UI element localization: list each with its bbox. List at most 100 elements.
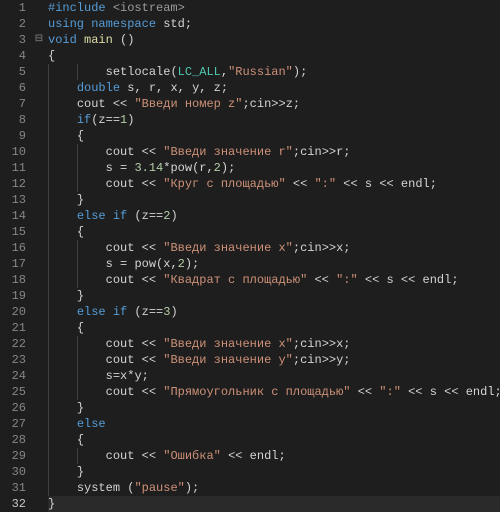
fold-cell <box>32 176 46 192</box>
token-p: ; <box>278 449 285 463</box>
fold-cell <box>32 96 46 112</box>
line-number: 20 <box>4 304 26 320</box>
fold-cell <box>32 336 46 352</box>
token-p <box>134 353 141 367</box>
token-p <box>134 385 141 399</box>
token-s: "Russian" <box>228 65 293 79</box>
token-p: ( <box>170 65 177 79</box>
token-id: cout <box>106 273 135 287</box>
line-number: 12 <box>4 176 26 192</box>
token-n: 3.14 <box>134 161 163 175</box>
token-k: if <box>77 113 91 127</box>
code-line[interactable]: double s, r, x, y, z; <box>48 80 500 96</box>
token-p <box>286 177 293 191</box>
code-line[interactable]: s=x*y; <box>48 368 500 384</box>
code-line[interactable]: } <box>48 400 500 416</box>
token-p: ; <box>142 369 149 383</box>
token-p: ; <box>343 145 350 159</box>
line-number: 14 <box>4 208 26 224</box>
code-line[interactable]: cout << "Введи номер z";cin>>z; <box>48 96 500 112</box>
code-line[interactable]: cout << "Введи значение r";cin>>r; <box>48 144 500 160</box>
line-number: 21 <box>4 320 26 336</box>
line-number: 3 <box>4 32 26 48</box>
token-op: << <box>142 177 156 191</box>
line-number: 19 <box>4 288 26 304</box>
code-line[interactable]: void main () <box>48 32 500 48</box>
token-id: s <box>387 273 394 287</box>
code-line[interactable]: s = pow(x,2); <box>48 256 500 272</box>
code-line[interactable]: if(z==1) <box>48 112 500 128</box>
line-number: 30 <box>4 464 26 480</box>
code-line[interactable]: { <box>48 224 500 240</box>
code-line[interactable]: using namespace std; <box>48 16 500 32</box>
token-s: "Ошибка" <box>163 449 221 463</box>
code-line[interactable]: s = 3.14*pow(r,2); <box>48 160 500 176</box>
code-line[interactable]: { <box>48 432 500 448</box>
token-p <box>134 273 141 287</box>
fold-cell <box>32 288 46 304</box>
code-editor[interactable]: 1234567891011121314151617181920212223242… <box>0 0 500 511</box>
code-line[interactable]: { <box>48 320 500 336</box>
code-line[interactable]: #include <iostream> <box>48 0 500 16</box>
token-p <box>134 241 141 255</box>
token-p: ) <box>170 209 177 223</box>
token-op: << <box>142 241 156 255</box>
code-line[interactable]: else if (z==3) <box>48 304 500 320</box>
code-line[interactable]: else <box>48 416 500 432</box>
line-number: 18 <box>4 272 26 288</box>
fold-cell <box>32 368 46 384</box>
code-line[interactable]: cout << "Введи значение x";cin>>x; <box>48 240 500 256</box>
code-line[interactable]: cout << "Ошибка" << endl; <box>48 448 500 464</box>
token-id: cin <box>300 241 322 255</box>
line-number: 16 <box>4 240 26 256</box>
code-line[interactable]: } <box>48 192 500 208</box>
code-area[interactable]: #include <iostream>using namespace std;v… <box>46 0 500 511</box>
token-p <box>423 385 430 399</box>
token-id: endl <box>250 449 279 463</box>
token-p: } <box>48 497 55 511</box>
code-line[interactable]: { <box>48 48 500 64</box>
line-number: 7 <box>4 96 26 112</box>
code-line[interactable]: { <box>48 128 500 144</box>
code-line[interactable]: cout << "Введи значение x";cin>>x; <box>48 336 500 352</box>
code-line[interactable]: cout << "Прямоугольник с площадью" << ":… <box>48 384 500 400</box>
fold-column[interactable]: ⊟ <box>32 0 46 511</box>
code-line[interactable]: cout << "Введи значение y";cin>>y; <box>48 352 500 368</box>
token-p <box>394 273 401 287</box>
code-line[interactable]: } <box>48 288 500 304</box>
token-p: ; <box>343 241 350 255</box>
token-p: , <box>178 81 192 95</box>
fold-cell <box>32 192 46 208</box>
token-id: cin <box>300 353 322 367</box>
code-line[interactable]: setlocale(LC_ALL,"Russian"); <box>48 64 500 80</box>
token-op: << <box>408 385 422 399</box>
fold-toggle-icon[interactable]: ⊟ <box>32 32 46 48</box>
token-id: cin <box>250 97 272 111</box>
token-p <box>379 273 386 287</box>
token-id: z <box>98 113 105 127</box>
fold-cell <box>32 496 46 512</box>
code-line[interactable]: else if (z==2) <box>48 208 500 224</box>
token-p: ( <box>120 481 134 495</box>
code-line[interactable]: } <box>48 464 500 480</box>
code-line[interactable]: } <box>48 496 500 512</box>
token-s: "Введи значение x" <box>163 241 293 255</box>
token-id: s <box>106 257 113 271</box>
code-line[interactable]: cout << "Квадрат с площадью" << ":" << s… <box>48 272 500 288</box>
line-number: 1 <box>4 0 26 16</box>
code-line[interactable]: cout << "Круг с площадью" << ":" << s <<… <box>48 176 500 192</box>
token-p <box>459 385 466 399</box>
fold-cell <box>32 16 46 32</box>
fold-cell <box>32 144 46 160</box>
token-id: endl <box>466 385 495 399</box>
line-number: 4 <box>4 48 26 64</box>
code-line[interactable]: system ("pause"); <box>48 480 500 496</box>
token-op: << <box>358 385 372 399</box>
token-s: "Квадрат с площадью" <box>163 273 307 287</box>
token-id: std <box>163 17 185 31</box>
token-p: ; <box>343 337 350 351</box>
token-s: "pause" <box>134 481 184 495</box>
token-id: cout <box>106 145 135 159</box>
fold-cell <box>32 352 46 368</box>
token-t: void <box>48 33 77 47</box>
